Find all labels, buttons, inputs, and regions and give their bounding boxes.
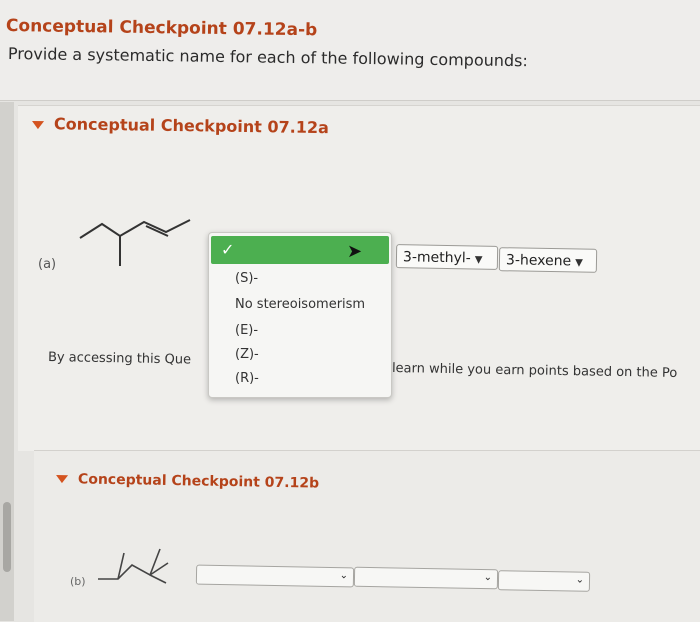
prefix-select[interactable]: 3-methyl- ▼ (395, 244, 499, 270)
parent-select-value: 3-hexene (505, 252, 572, 270)
molecule-a-structure (79, 219, 191, 266)
scrollbar[interactable] (0, 102, 14, 621)
selected-option[interactable]: ✓ ➤ (211, 236, 389, 264)
section-b-title: Conceptual Checkpoint 07.12b (77, 471, 320, 492)
question-a-label: (a) (38, 257, 57, 272)
stereo-dropdown-menu: ✓ ➤ (S)- No stereoisomerism (E)- (Z)- (R… (208, 232, 392, 398)
section-a-title: Conceptual Checkpoint 07.12a (53, 114, 329, 138)
section-a-header[interactable]: Conceptual Checkpoint 07.12a (31, 114, 329, 138)
caret-down-icon (55, 475, 69, 484)
molecule-b-structure (98, 548, 169, 584)
prefix-select-value: 3-methyl- (402, 249, 471, 267)
scrollbar-thumb[interactable] (3, 502, 11, 572)
chevron-down-icon: ⌄ (339, 570, 349, 582)
section-b-header[interactable]: Conceptual Checkpoint 07.12b (55, 471, 320, 492)
chevron-down-icon: ▼ (474, 254, 483, 266)
chevron-down-icon: ⌄ (575, 574, 585, 586)
page: Conceptual Checkpoint 07.12a-b Provide a… (0, 0, 700, 622)
option-z[interactable]: (Z)- (235, 347, 259, 362)
check-icon: ✓ (221, 240, 235, 259)
option-e[interactable]: (E)- (235, 323, 258, 338)
option-r[interactable]: (R)- (235, 371, 259, 386)
b-select-1[interactable]: ⌄ (195, 564, 355, 588)
option-no-stereoisomerism[interactable]: No stereoisomerism (235, 297, 365, 312)
section-b-panel: Conceptual Checkpoint 07.12b (b) ⌄ ⌄ ⌄ (34, 450, 700, 622)
chevron-down-icon: ▼ (575, 257, 583, 269)
b-select-2[interactable]: ⌄ (353, 566, 499, 590)
header: Conceptual Checkpoint 07.12a-b Provide a… (0, 0, 700, 101)
mouse-cursor-icon: ➤ (347, 241, 363, 262)
page-title: Conceptual Checkpoint 07.12a-b (5, 16, 318, 41)
instructions: Provide a systematic name for each of th… (7, 44, 528, 71)
parent-select[interactable]: 3-hexene ▼ (498, 247, 598, 273)
b-select-3[interactable]: ⌄ (497, 570, 591, 592)
chevron-down-icon: ⌄ (483, 572, 493, 584)
question-b-label: (b) (70, 575, 86, 588)
option-s[interactable]: (S)- (235, 271, 258, 286)
access-text-left: By accessing this Que (47, 350, 192, 368)
caret-down-icon (31, 120, 45, 129)
